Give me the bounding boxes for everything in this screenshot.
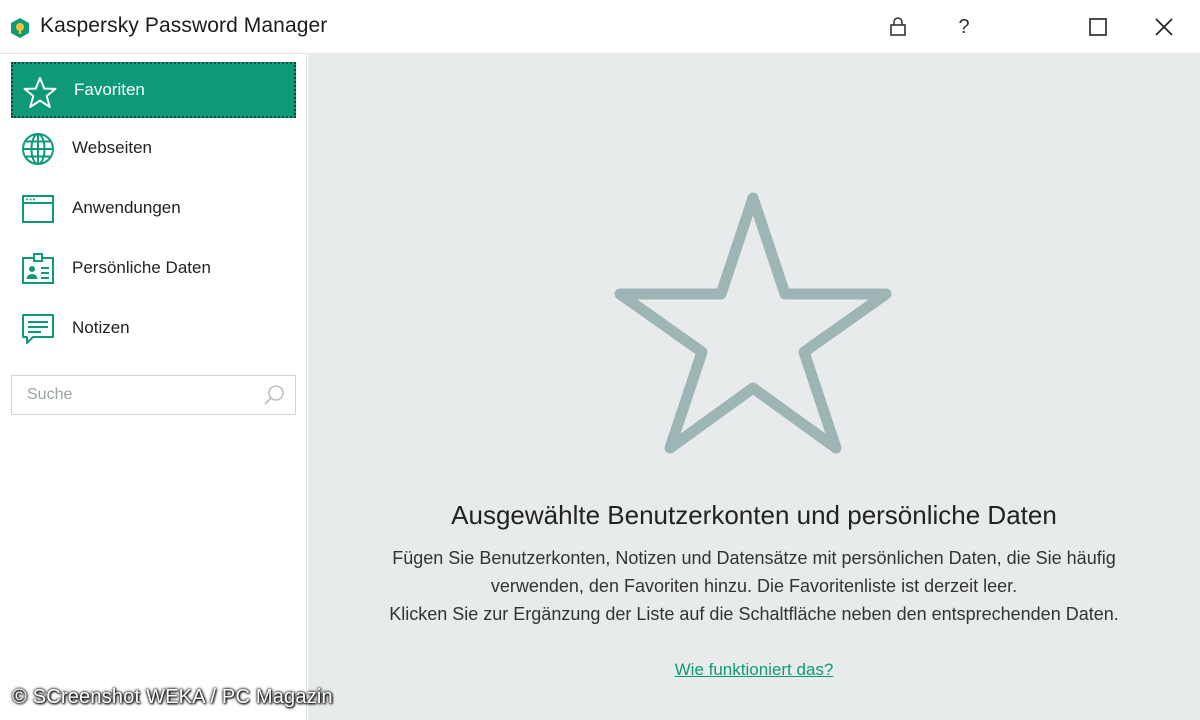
note-icon <box>22 314 54 344</box>
star-icon <box>23 77 57 108</box>
empty-state-title: Ausgewählte Benutzerkonten und persönlic… <box>451 500 1057 530</box>
id-card-icon <box>22 253 54 284</box>
sidebar-item-favoriten[interactable]: Favoriten <box>11 62 296 118</box>
search-input[interactable] <box>12 376 252 414</box>
description-line-1: Fügen Sie Benutzerkonten, Notizen und Da… <box>392 548 1116 596</box>
help-button[interactable]: ? <box>942 7 986 47</box>
sidebar-item-label: Webseiten <box>72 138 153 157</box>
how-it-works-link[interactable]: Wie funktioniert das? <box>308 660 1200 680</box>
lock-icon <box>890 17 906 36</box>
application-window-icon <box>22 195 54 223</box>
kaspersky-logo-icon <box>11 18 29 38</box>
lock-button[interactable] <box>876 7 920 47</box>
sidebar-item-label: Notizen <box>72 318 130 337</box>
search-box <box>11 375 296 415</box>
sidebar: Favoriten Webseiten Anwendungen Persönli… <box>0 54 307 720</box>
close-icon <box>1155 18 1173 36</box>
main-panel: Ausgewählte Benutzerkonten und persönlic… <box>308 54 1200 720</box>
empty-state-description: Fügen Sie Benutzerkonten, Notizen und Da… <box>364 544 1144 628</box>
sidebar-item-webseiten[interactable]: Webseiten <box>11 120 296 176</box>
search-icon[interactable] <box>263 384 285 406</box>
sidebar-item-label: Anwendungen <box>72 198 181 217</box>
sidebar-item-label: Persönliche Daten <box>72 258 211 277</box>
sidebar-item-label: Favoriten <box>74 80 145 99</box>
sidebar-item-anwendungen[interactable]: Anwendungen <box>11 180 296 236</box>
copyright-watermark: © SCreenshot WEKA / PC Magazin <box>12 686 333 708</box>
title-bar: Kaspersky Password Manager ? <box>0 0 1200 54</box>
maximize-button[interactable] <box>1076 7 1120 47</box>
empty-favorites-star-icon <box>614 192 892 454</box>
maximize-icon <box>1089 18 1107 36</box>
sidebar-item-persoenliche-daten[interactable]: Persönliche Daten <box>11 240 296 296</box>
description-line-2: Klicken Sie zur Ergänzung der Liste auf … <box>389 604 1119 624</box>
globe-icon <box>22 133 54 165</box>
close-button[interactable] <box>1142 7 1186 47</box>
app-title: Kaspersky Password Manager <box>40 14 328 37</box>
help-icon: ? <box>958 15 970 38</box>
sidebar-item-notizen[interactable]: Notizen <box>11 300 296 356</box>
